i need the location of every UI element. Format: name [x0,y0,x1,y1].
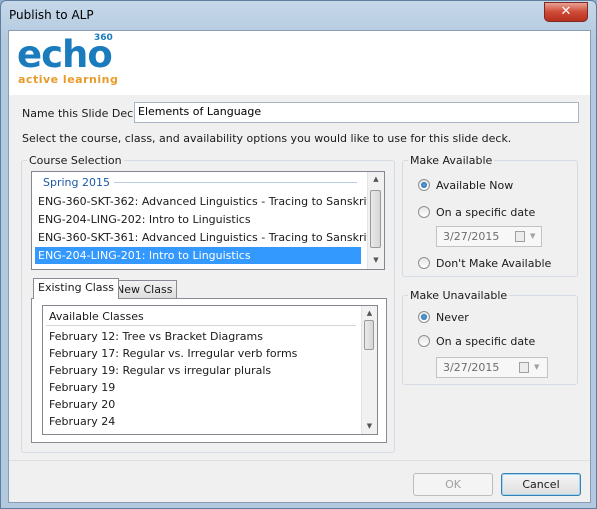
class-item[interactable]: February 12: Tree vs Bracket Diagrams [46,328,356,345]
close-icon: ✕ [560,4,572,19]
class-list-scrollbar[interactable]: ▲ ▼ [361,306,377,434]
class-item[interactable]: February 17: Regular vs. Irregular verb … [46,345,356,362]
available-specific-date-label: On a specific date [436,206,536,219]
scroll-up-arrow-icon[interactable]: ▲ [368,175,384,183]
course-item[interactable]: ENG-360-SKT-361: Advanced Linguistics - … [35,229,371,246]
term-group-divider [114,182,357,183]
calendar-icon[interactable] [519,362,529,373]
chevron-down-icon[interactable]: ▼ [534,363,539,371]
course-selection-title: Course Selection [27,154,124,167]
unavailable-specific-date-label: On a specific date [436,335,536,348]
class-item[interactable]: February 19: Regular vs irregular plural… [46,362,356,379]
radio-indicator[interactable] [418,335,430,347]
slide-deck-name-label: Name this Slide Deck: [22,107,144,120]
available-now-radio[interactable]: Available Now [418,179,513,192]
available-specific-date-radio[interactable]: On a specific date [418,206,535,219]
unavailable-never-radio[interactable]: Never [418,311,469,324]
window-title: Publish to ALP [9,8,94,22]
available-now-label: Available Now [436,179,514,192]
course-item[interactable]: ENG-360-SKT-362: Advanced Linguistics - … [35,193,371,210]
scroll-down-arrow-icon[interactable]: ▼ [362,422,377,430]
class-item[interactable]: February 24 [46,413,356,430]
course-listbox[interactable]: Spring 2015 ENG-360-SKT-362: Advanced Li… [31,171,385,270]
radio-indicator[interactable] [418,311,430,323]
radio-indicator[interactable] [418,257,430,269]
available-date-picker[interactable]: 3/27/2015 ▼ [436,226,542,247]
title-bar[interactable]: Publish to ALP ✕ [1,1,596,29]
instructions-text: Select the course, class, and availabili… [22,132,512,145]
dont-make-available-label: Don't Make Available [436,257,552,270]
unavailable-date-value: 3/27/2015 [443,361,500,374]
ok-button[interactable]: OK [413,473,493,496]
scroll-down-arrow-icon[interactable]: ▼ [368,256,384,264]
existing-class-panel: Available Classes February 12: Tree vs B… [31,298,387,443]
unavailable-never-label: Never [436,311,469,324]
scroll-up-arrow-icon[interactable]: ▲ [362,309,377,317]
make-available-title: Make Available [408,154,495,167]
radio-indicator[interactable] [418,206,430,218]
tab-new-class[interactable]: New Class [111,280,178,299]
term-group-header: Spring 2015 [43,176,110,189]
chevron-down-icon[interactable]: ▼ [530,232,535,240]
tab-existing-class[interactable]: Existing Class [33,278,120,299]
cancel-button[interactable]: Cancel [501,473,581,496]
available-date-value: 3/27/2015 [443,230,500,243]
slide-deck-name-input[interactable]: Elements of Language [134,102,579,123]
course-list-scrollbar[interactable]: ▲ ▼ [367,172,384,269]
course-scroll-thumb[interactable] [370,190,381,248]
calendar-icon[interactable] [515,231,525,242]
logo-banner: echo 360 active learning [9,31,590,95]
class-scroll-thumb[interactable] [364,320,374,350]
course-item[interactable]: ENG-204-LING-202: Intro to Linguistics [35,211,361,228]
radio-indicator[interactable] [418,179,430,191]
publish-dialog: Publish to ALP ✕ echo 360 active learnin… [0,0,597,509]
echo-logo-superscript: 360 [94,33,113,43]
available-classes-header: Available Classes [46,307,356,326]
unavailable-specific-date-radio[interactable]: On a specific date [418,335,535,348]
dialog-footer: OK Cancel [9,460,590,502]
course-item-selected[interactable]: ENG-204-LING-201: Intro to Linguistics [35,247,361,264]
close-button[interactable]: ✕ [544,2,588,22]
make-unavailable-title: Make Unavailable [408,289,510,302]
dont-make-available-radio[interactable]: Don't Make Available [418,257,551,270]
echo-logo-tagline: active learning [18,73,119,86]
unavailable-date-picker[interactable]: 3/27/2015 ▼ [436,357,548,378]
class-listbox[interactable]: Available Classes February 12: Tree vs B… [42,305,378,435]
class-item[interactable]: February 19 [46,379,356,396]
dialog-client-area: echo 360 active learning Name this Slide… [8,30,591,503]
class-item[interactable]: February 20 [46,396,356,413]
